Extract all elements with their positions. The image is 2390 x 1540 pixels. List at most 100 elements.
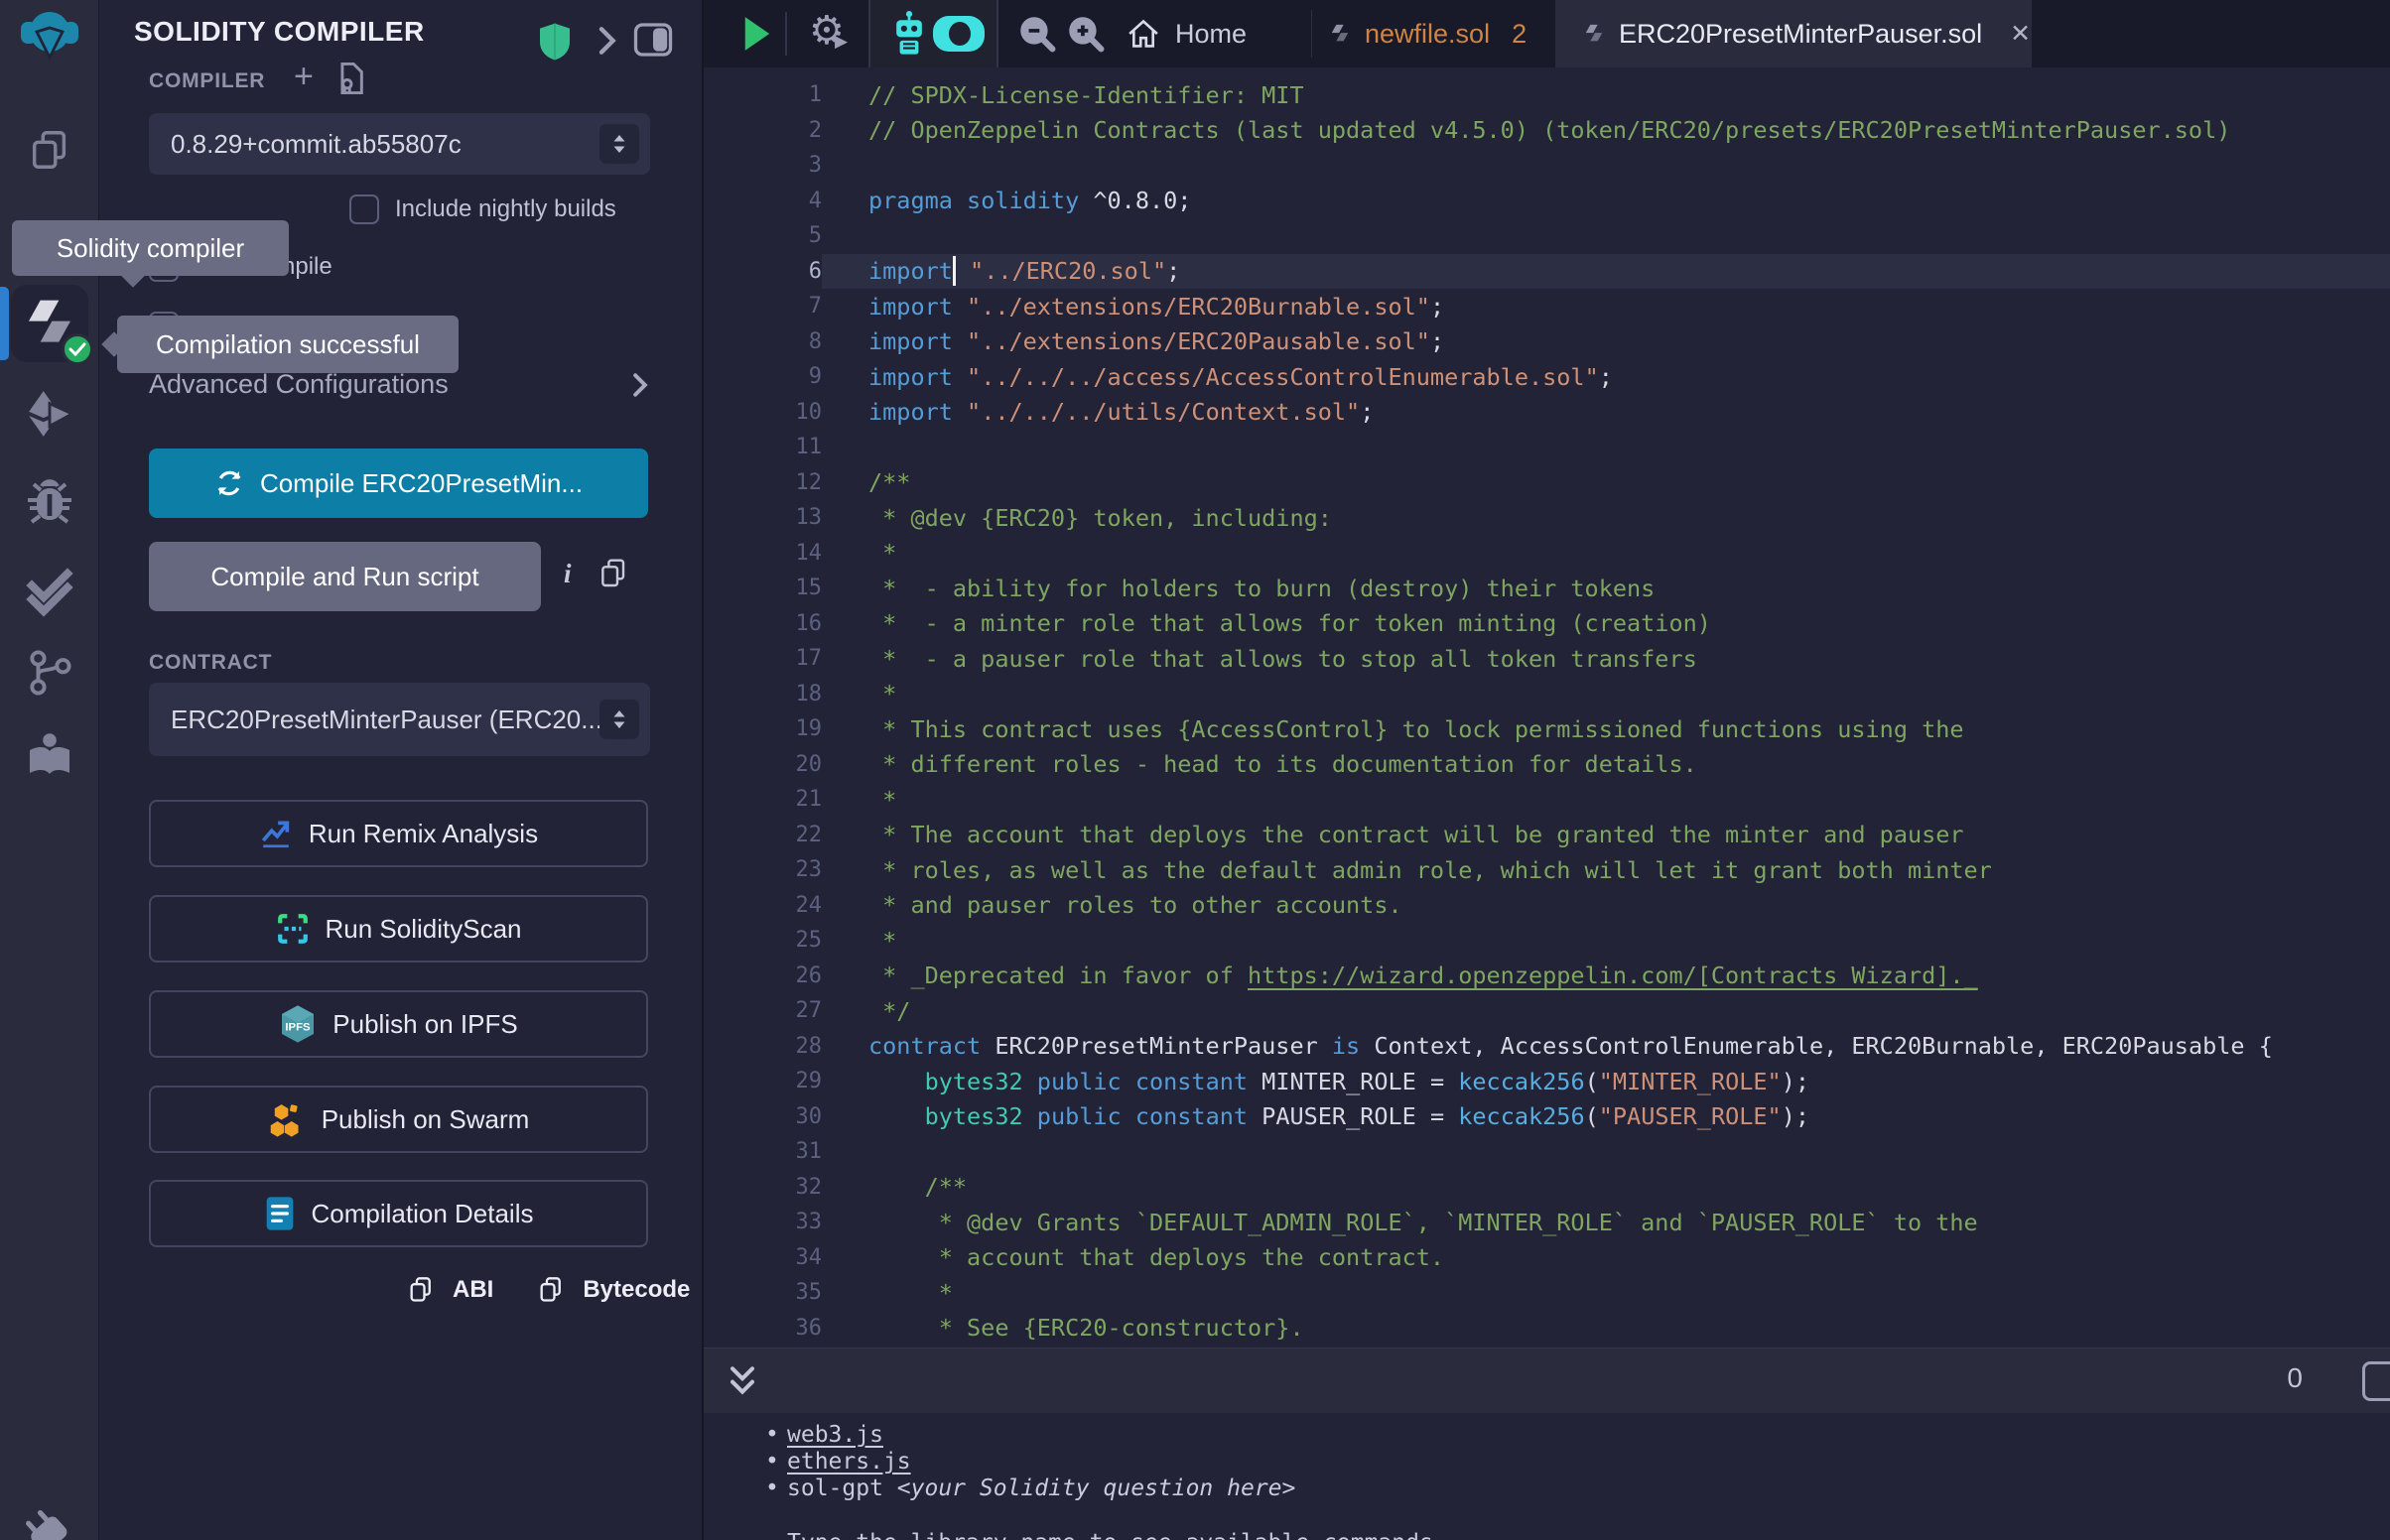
code-line[interactable]: 10import "../../../utils/Context.sol"; xyxy=(704,395,2390,431)
code-line[interactable]: 36 * See {ERC20-constructor}. xyxy=(704,1311,2390,1347)
code-line[interactable]: 2// OpenZeppelin Contracts (last updated… xyxy=(704,113,2390,149)
add-custom-compiler-icon[interactable]: + xyxy=(294,58,314,96)
home-icon xyxy=(1126,16,1161,52)
compiler-version-select[interactable]: 0.8.29+commit.ab55807c xyxy=(149,113,650,175)
code-line[interactable]: 24 * and pauser roles to other accounts. xyxy=(704,888,2390,924)
line-number: 18 xyxy=(704,682,822,706)
code-line[interactable]: 34 * account that deploys the contract. xyxy=(704,1240,2390,1276)
git-icon[interactable] xyxy=(0,647,99,697)
refresh-icon xyxy=(214,468,244,498)
library-link[interactable]: ethers.js xyxy=(787,1449,911,1475)
publish-on-swarm-button[interactable]: Publish on Swarm xyxy=(149,1086,648,1153)
unit-testing-icon[interactable] xyxy=(0,566,99,617)
remix-logo-icon[interactable] xyxy=(0,10,99,64)
run-remix-analysis-label: Run Remix Analysis xyxy=(309,819,538,849)
code-line[interactable]: 21 * xyxy=(704,782,2390,818)
terminal-output[interactable]: •web3.js•ethers.js • sol-gpt <your Solid… xyxy=(704,1413,2390,1540)
code-line[interactable]: 20 * different roles - head to its docum… xyxy=(704,747,2390,783)
line-number: 12 xyxy=(704,470,822,495)
tab-newfile[interactable]: newfile.sol 2 xyxy=(1329,0,1527,67)
code-line[interactable]: 35 * xyxy=(704,1275,2390,1311)
compiler-license-icon[interactable] xyxy=(335,62,365,95)
zoom-out-icon[interactable] xyxy=(1017,14,1057,54)
code-line[interactable]: 19 * This contract uses {AccessControl} … xyxy=(704,711,2390,747)
code-editor[interactable]: 1// SPDX-License-Identifier: MIT2// Open… xyxy=(704,67,2390,1348)
line-number: 9 xyxy=(704,364,822,389)
advanced-configurations[interactable]: Advanced Configurations xyxy=(149,369,650,400)
plugin-manager-icon[interactable] xyxy=(0,1500,99,1540)
code-line[interactable]: 31 xyxy=(704,1134,2390,1170)
terminal-checkbox-cutoff[interactable] xyxy=(2362,1361,2390,1401)
remix-ide: SOLIDITY COMPILER COMPILER + xyxy=(0,0,2390,1540)
code-line[interactable]: 27 */ xyxy=(704,993,2390,1029)
copilot-toggle-icon[interactable] xyxy=(933,16,985,52)
run-solidityscan-button[interactable]: Run SolidityScan xyxy=(149,895,648,962)
line-number: 30 xyxy=(704,1104,822,1129)
remixai-robot-icon[interactable] xyxy=(888,10,930,58)
run-script-play-icon[interactable] xyxy=(741,15,771,53)
code-line[interactable]: 23 * roles, as well as the default admin… xyxy=(704,852,2390,888)
code-line[interactable]: 17 * - a pauser role that allows to stop… xyxy=(704,641,2390,677)
code-line[interactable]: 16 * - a minter role that allows for tok… xyxy=(704,606,2390,642)
abi-label[interactable]: ABI xyxy=(453,1276,493,1304)
code-line[interactable]: 11 xyxy=(704,430,2390,465)
code-line[interactable]: 33 * @dev Grants `DEFAULT_ADMIN_ROLE`, `… xyxy=(704,1205,2390,1240)
code-line[interactable]: 26 * _Deprecated in favor of https://wiz… xyxy=(704,959,2390,994)
debugger-icon[interactable] xyxy=(0,476,99,528)
line-number: 24 xyxy=(704,893,822,918)
code-line[interactable]: 5 xyxy=(704,218,2390,254)
collapse-terminal-icon[interactable] xyxy=(726,1360,759,1400)
code-line[interactable]: 1// SPDX-License-Identifier: MIT xyxy=(704,77,2390,113)
code-line[interactable]: 28contract ERC20PresetMinterPauser is Co… xyxy=(704,1029,2390,1065)
chevron-right-icon[interactable] xyxy=(594,26,619,56)
code-line[interactable]: 6import "../ERC20.sol"; xyxy=(704,254,2390,290)
compile-button[interactable]: Compile ERC20PresetMin... xyxy=(149,449,648,518)
contract-select[interactable]: ERC20PresetMinterPauser (ERC20... xyxy=(149,683,650,756)
code-line[interactable]: 4pragma solidity ^0.8.0; xyxy=(704,184,2390,219)
copy-script-icon[interactable] xyxy=(598,556,629,591)
code-line[interactable]: 9import "../../../access/AccessControlEn… xyxy=(704,359,2390,395)
tab-close-icon[interactable]: ✕ xyxy=(2010,19,2031,49)
code-line[interactable]: 12/** xyxy=(704,465,2390,501)
publish-on-ipfs-button[interactable]: IPFS Publish on IPFS xyxy=(149,990,648,1058)
code-line[interactable]: 3 xyxy=(704,148,2390,184)
code-line[interactable]: 22 * The account that deploys the contra… xyxy=(704,818,2390,853)
file-explorer-icon[interactable] xyxy=(0,127,99,173)
tab-erc20presetminterpauser[interactable]: ERC20PresetMinterPauser.sol ✕ xyxy=(1555,0,2032,67)
solgpt-hint: <your Solidity question here> xyxy=(897,1476,1296,1501)
info-icon[interactable]: i xyxy=(564,559,572,589)
code-line[interactable]: 13 * @dev {ERC20} token, including: xyxy=(704,500,2390,536)
script-config-gear-icon[interactable]: ⚙▶ xyxy=(809,8,845,54)
library-link[interactable]: web3.js xyxy=(787,1422,883,1448)
run-remix-analysis-button[interactable]: Run Remix Analysis xyxy=(149,800,648,867)
code-line[interactable]: 29 bytes32 public constant MINTER_ROLE =… xyxy=(704,1064,2390,1099)
deploy-and-run-icon[interactable] xyxy=(0,387,99,441)
terminal-bar[interactable]: 0 xyxy=(704,1348,2390,1413)
bytecode-label[interactable]: Bytecode xyxy=(583,1276,690,1304)
line-number: 21 xyxy=(704,787,822,812)
copy-bytecode-icon[interactable] xyxy=(537,1274,565,1306)
compilation-details-button[interactable]: Compilation Details xyxy=(149,1180,648,1247)
editor-area: ⚙▶ xyxy=(702,0,2390,1540)
code-line[interactable]: 14 * xyxy=(704,536,2390,572)
tab-newfile-badge: 2 xyxy=(1512,19,1527,50)
code-line[interactable]: 32 /** xyxy=(704,1170,2390,1206)
shield-icon[interactable] xyxy=(536,22,574,62)
code-line[interactable]: 15 * - ability for holders to burn (dest… xyxy=(704,571,2390,606)
code-line[interactable]: 25 * xyxy=(704,923,2390,959)
code-line[interactable]: 30 bytes32 public constant PAUSER_ROLE =… xyxy=(704,1099,2390,1135)
copy-abi-icon[interactable] xyxy=(407,1274,435,1306)
code-line[interactable]: 7import "../extensions/ERC20Burnable.sol… xyxy=(704,289,2390,324)
compile-and-run-label: Compile and Run script xyxy=(210,562,478,592)
line-number: 10 xyxy=(704,400,822,425)
code-line[interactable]: 18 * xyxy=(704,677,2390,712)
bullet-icon: • xyxy=(765,1476,787,1501)
tab-home[interactable]: Home xyxy=(1126,0,1247,67)
compile-and-run-button[interactable]: Compile and Run script xyxy=(149,542,541,611)
terminal: 0 •web3.js•ethers.js • sol-gpt <your Sol… xyxy=(704,1348,2390,1540)
pin-panel-right-icon[interactable] xyxy=(633,22,673,58)
nightly-builds-checkbox[interactable] xyxy=(349,194,379,224)
code-line[interactable]: 8import "../extensions/ERC20Pausable.sol… xyxy=(704,324,2390,360)
zoom-in-icon[interactable] xyxy=(1066,14,1106,54)
learneth-icon[interactable] xyxy=(0,730,99,782)
